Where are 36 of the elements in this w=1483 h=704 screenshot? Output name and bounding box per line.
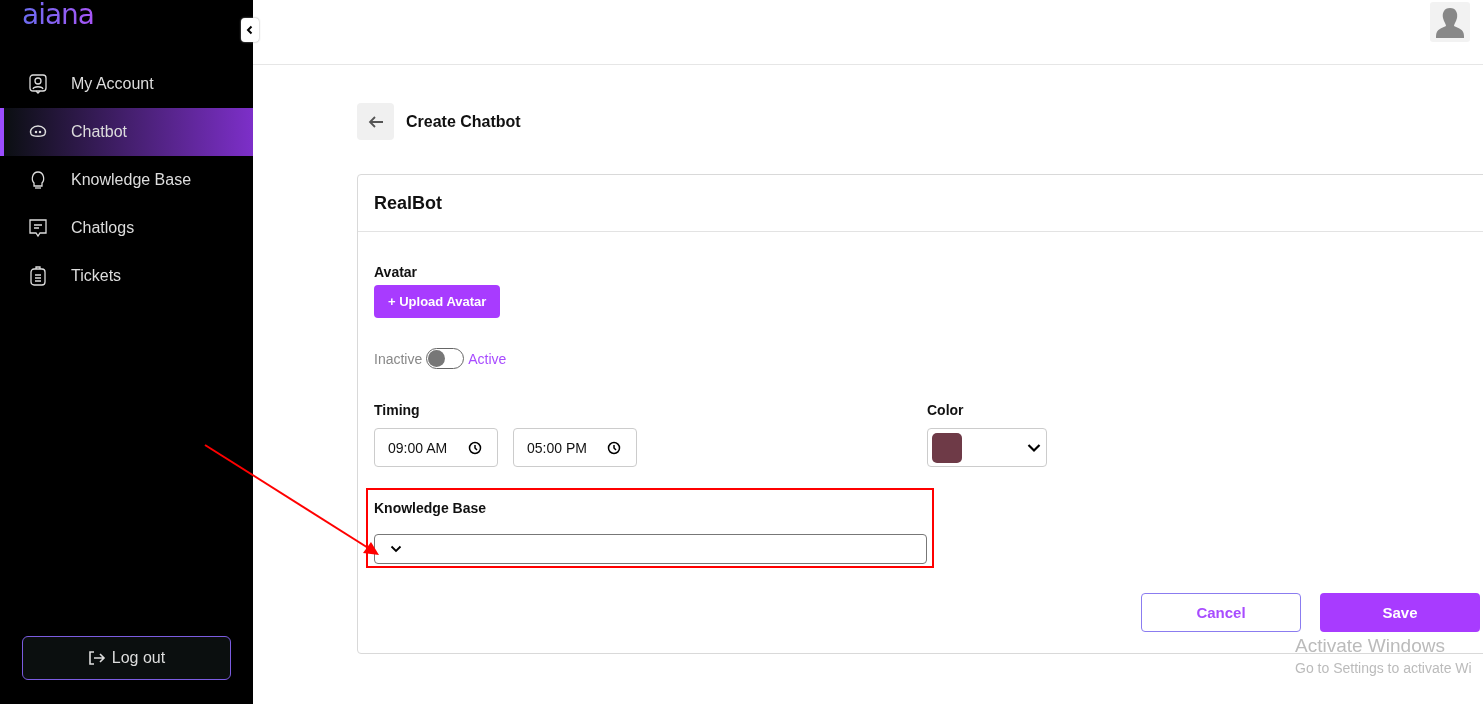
save-button[interactable]: Save (1320, 593, 1480, 632)
activation-title: Activate Windows (1295, 635, 1446, 657)
card-title: RealBot (358, 175, 1483, 232)
back-arrow-icon (367, 114, 384, 129)
user-avatar-icon[interactable] (1430, 1, 1470, 42)
sidebar-item[interactable]: Chatlogs (0, 203, 253, 252)
color-select[interactable] (927, 428, 1047, 467)
activation-subtitle: Go to Settings to activate Wi (1295, 660, 1472, 676)
inactive-label: Inactive (374, 350, 423, 367)
sidebar-item[interactable]: Tickets (0, 251, 253, 300)
sidebar-item[interactable]: Chatbot (0, 107, 253, 156)
page-title: Create Chatbot (406, 112, 521, 131)
sidebar-item[interactable]: Knowledge Base (0, 155, 253, 204)
upload-avatar-button[interactable]: + Upload Avatar (374, 285, 501, 318)
collapse-button[interactable] (241, 18, 259, 42)
color-label: Color (927, 402, 965, 418)
clipboard-icon (27, 264, 49, 287)
knowledge-base-label: Knowledge Base (374, 500, 487, 516)
clock-icon (468, 440, 482, 455)
chevron-left-icon (245, 25, 255, 35)
avatar-label: Avatar (374, 264, 419, 280)
logout-button[interactable]: Log out (22, 636, 231, 680)
chat-icon (27, 216, 49, 239)
knowledge-base-select[interactable] (374, 534, 927, 564)
cancel-button[interactable]: Cancel (1141, 593, 1301, 632)
chevron-down-icon (1027, 442, 1041, 453)
back-button[interactable] (357, 103, 394, 140)
sidebar-item[interactable]: My Account (0, 59, 253, 108)
user-icon (27, 72, 49, 95)
clock-icon (607, 440, 621, 455)
timing-label: Timing (374, 402, 421, 418)
active-label: Active (468, 350, 507, 367)
logout-icon (87, 650, 106, 666)
start-time-field[interactable]: 09:00 AM (374, 428, 498, 467)
chevron-down-icon (390, 545, 402, 553)
end-time-field[interactable]: 05:00 PM (513, 428, 637, 467)
